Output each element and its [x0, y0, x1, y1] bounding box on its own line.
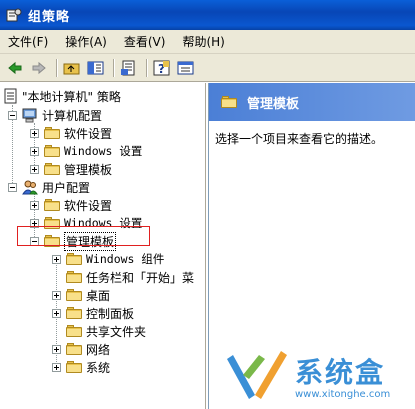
title-bar[interactable]: 组策略	[0, 0, 415, 30]
show-hide-tree-icon[interactable]	[85, 57, 107, 79]
tree-item-cc-windows-settings[interactable]: Windows 设置	[30, 142, 142, 160]
folder-icon	[66, 361, 82, 373]
highlight-annotation	[17, 226, 150, 246]
watermark-url: www.xitonghe.com	[295, 389, 391, 400]
tree-item-desktop[interactable]: 桌面	[52, 286, 110, 304]
expand-toggle[interactable]	[52, 344, 61, 354]
watermark: 系统盒 www.xitonghe.com	[221, 345, 411, 407]
tree-label: 软件设置	[64, 198, 113, 213]
tree-label: 用户配置	[42, 180, 91, 195]
folder-icon	[44, 127, 60, 139]
tree-item-cc-admin-templates[interactable]: 管理模板	[30, 160, 112, 178]
details-title: 管理模板	[247, 96, 300, 112]
tree-item-windows-components[interactable]: Windows 组件	[52, 250, 164, 268]
tree-item-network[interactable]: 网络	[52, 340, 110, 358]
folder-icon	[44, 163, 60, 175]
tree-item-user-config[interactable]: 用户配置	[8, 178, 90, 196]
menu-help[interactable]: 帮助(H)	[182, 33, 224, 50]
window-title: 组策略	[28, 9, 71, 25]
details-header: 管理模板	[209, 83, 415, 121]
tree-label: 共享文件夹	[86, 324, 147, 339]
toolbar-separator	[56, 58, 57, 77]
expand-toggle[interactable]	[52, 308, 61, 318]
back-icon[interactable]	[4, 57, 26, 79]
expand-toggle[interactable]	[30, 200, 39, 210]
tree-label: 桌面	[86, 288, 111, 303]
menu-view[interactable]: 查看(V)	[124, 33, 166, 50]
tree-item-root[interactable]: "本地计算机" 策略	[4, 87, 121, 105]
computer-icon	[22, 108, 38, 123]
group-policy-app-icon	[6, 7, 22, 23]
folder-icon	[66, 343, 82, 355]
properties-icon[interactable]	[175, 57, 197, 79]
toolbar: ?	[0, 54, 415, 82]
menu-bar: 文件(F) 操作(A) 查看(V) 帮助(H)	[0, 30, 415, 54]
tree-item-taskbar-start-menu[interactable]: 任务栏和「开始」菜	[66, 268, 194, 286]
tree-label: 管理模板	[64, 162, 113, 177]
tree-item-shared-folders[interactable]: 共享文件夹	[66, 322, 146, 340]
tree-item-control-panel[interactable]: 控制面板	[52, 304, 134, 322]
forward-icon[interactable]	[28, 57, 50, 79]
collapse-toggle[interactable]	[8, 182, 17, 192]
tree-label: 网络	[86, 342, 111, 357]
watermark-brand: 系统盒	[295, 356, 386, 389]
users-icon	[22, 180, 38, 195]
folder-icon	[66, 271, 82, 283]
brand-logo-icon	[227, 351, 287, 399]
folder-icon	[66, 325, 82, 337]
folder-icon	[44, 199, 60, 211]
expand-toggle[interactable]	[30, 164, 39, 174]
tree-label: 计算机配置	[42, 108, 103, 123]
expand-toggle[interactable]	[30, 146, 39, 156]
tree-label: 软件设置	[64, 126, 113, 141]
folder-icon	[66, 307, 82, 319]
folder-icon	[44, 145, 60, 157]
tree-label: Windows 组件	[86, 252, 165, 266]
folder-icon	[66, 289, 82, 301]
tree-item-computer-config[interactable]: 计算机配置	[8, 106, 102, 124]
tree-label: "本地计算机" 策略	[22, 89, 121, 104]
tree-item-system[interactable]: 系统	[52, 358, 110, 376]
tree-label: Windows 设置	[64, 144, 143, 158]
menu-file[interactable]: 文件(F)	[8, 33, 48, 50]
up-folder-icon[interactable]	[61, 57, 83, 79]
toolbar-separator	[113, 58, 114, 77]
folder-icon	[66, 253, 82, 265]
tree-pane[interactable]: "本地计算机" 策略 计算机配置 软件设置 Windows 设置 管理模板 用户…	[0, 83, 206, 409]
expand-toggle[interactable]	[52, 254, 61, 264]
policy-document-icon	[4, 88, 18, 104]
details-description: 选择一个项目来查看它的描述。	[215, 132, 384, 146]
tree-item-uc-software-settings[interactable]: 软件设置	[30, 196, 112, 214]
toolbar-separator	[146, 58, 147, 77]
expand-toggle[interactable]	[52, 362, 61, 372]
collapse-toggle[interactable]	[8, 110, 17, 120]
tree-label: 系统	[86, 360, 111, 375]
help-icon[interactable]: ?	[151, 57, 173, 79]
tree-label: 任务栏和「开始」菜	[86, 270, 195, 285]
export-list-icon[interactable]	[118, 57, 140, 79]
folder-icon	[221, 96, 237, 108]
menu-action[interactable]: 操作(A)	[65, 33, 107, 50]
tree-item-cc-software-settings[interactable]: 软件设置	[30, 124, 112, 142]
tree-label: 控制面板	[86, 306, 135, 321]
expand-toggle[interactable]	[52, 290, 61, 300]
expand-toggle[interactable]	[30, 128, 39, 138]
